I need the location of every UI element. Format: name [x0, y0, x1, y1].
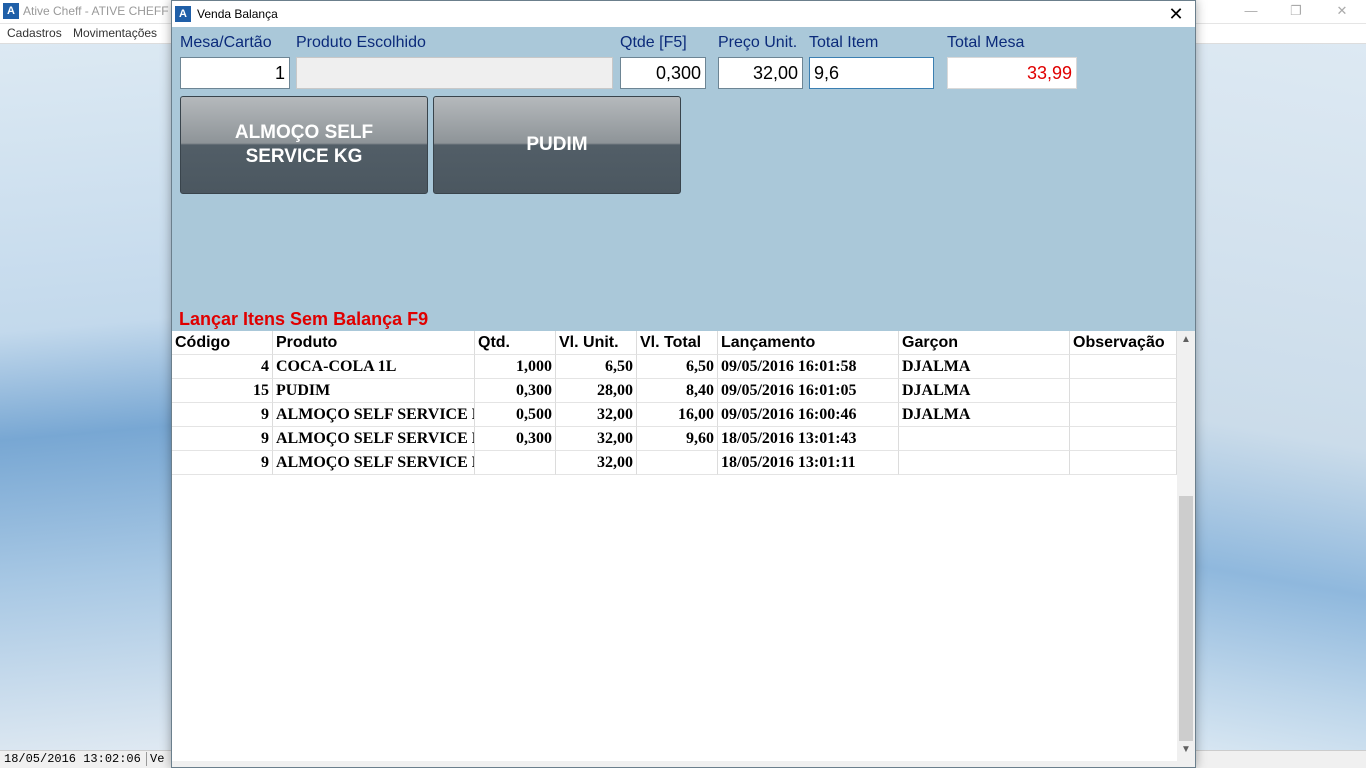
column-header-vl-unit[interactable]: Vl. Unit.	[556, 331, 637, 355]
desktop-background-left	[0, 44, 172, 750]
total-mesa-display: 33,99	[947, 57, 1077, 89]
column-header-observacao[interactable]: Observação	[1070, 331, 1177, 355]
preco-label: Preço Unit.	[718, 34, 798, 51]
cell-lancamento: 18/05/2016 13:01:11	[718, 451, 899, 475]
dialog-title: Venda Balança	[197, 7, 278, 21]
qtde-label: Qtde [F5]	[620, 34, 687, 51]
cell-garcon: DJALMA	[899, 355, 1070, 379]
cell-garcon	[899, 451, 1070, 475]
mesa-input[interactable]: 1	[180, 57, 290, 89]
cell-produto: COCA-COLA 1L	[273, 355, 475, 379]
status-extra: Ve	[146, 752, 164, 766]
restore-button[interactable]: ❐	[1273, 0, 1319, 24]
close-icon[interactable]: ✕	[1157, 1, 1195, 27]
cell-lancamento: 09/05/2016 16:00:46	[718, 403, 899, 427]
app-logo-icon: A	[3, 3, 19, 19]
mesa-label: Mesa/Cartão	[180, 34, 272, 51]
cell-observacao	[1070, 403, 1177, 427]
grid-header: Código Produto Qtd. Vl. Unit. Vl. Total …	[172, 331, 1177, 355]
column-header-lancamento[interactable]: Lançamento	[718, 331, 899, 355]
cell-qtd: 1,000	[475, 355, 556, 379]
cell-vl-total: 8,40	[637, 379, 718, 403]
total-item-input[interactable]: 9,6	[809, 57, 934, 89]
table-row[interactable]: 9 ALMOÇO SELF SERVICE KG 0,300 32,00 9,6…	[172, 427, 1177, 451]
scroll-up-icon[interactable]: ▲	[1177, 331, 1195, 349]
scroll-down-icon[interactable]: ▼	[1177, 741, 1195, 759]
cell-observacao	[1070, 355, 1177, 379]
cell-produto: ALMOÇO SELF SERVICE KG	[273, 451, 475, 475]
cell-vl-total: 9,60	[637, 427, 718, 451]
launch-items-f9-link[interactable]: Lançar Itens Sem Balança F9	[179, 309, 428, 330]
column-header-qtd[interactable]: Qtd.	[475, 331, 556, 355]
cell-garcon	[899, 427, 1070, 451]
cell-codigo: 9	[172, 427, 273, 451]
column-header-codigo[interactable]: Código	[172, 331, 273, 355]
cell-observacao	[1070, 451, 1177, 475]
status-datetime: 18/05/2016 13:02:06	[4, 752, 141, 766]
cell-vl-total: 6,50	[637, 355, 718, 379]
desktop-background-right	[1196, 44, 1366, 750]
column-header-produto[interactable]: Produto	[273, 331, 475, 355]
produto-input[interactable]	[296, 57, 613, 89]
produto-label: Produto Escolhido	[296, 34, 426, 51]
product-button-pudim[interactable]: PUDIM	[433, 96, 681, 194]
scroll-thumb[interactable]	[1179, 496, 1193, 741]
table-row[interactable]: 4 COCA-COLA 1L 1,000 6,50 6,50 09/05/201…	[172, 355, 1177, 379]
cell-vl-unit: 32,00	[556, 427, 637, 451]
cell-qtd: 0,300	[475, 379, 556, 403]
cell-observacao	[1070, 379, 1177, 403]
dialog-titlebar: A Venda Balança ✕	[172, 1, 1195, 27]
column-header-garcon[interactable]: Garçon	[899, 331, 1070, 355]
cell-vl-unit: 6,50	[556, 355, 637, 379]
app-logo-icon: A	[175, 6, 191, 22]
minimize-button[interactable]: —	[1228, 0, 1274, 24]
cell-qtd	[475, 451, 556, 475]
total-item-label: Total Item	[809, 34, 879, 51]
cell-vl-unit: 32,00	[556, 403, 637, 427]
cell-produto: ALMOÇO SELF SERVICE KG	[273, 403, 475, 427]
cell-qtd: 0,500	[475, 403, 556, 427]
qtde-input[interactable]: 0,300	[620, 57, 706, 89]
venda-balanca-dialog: A Venda Balança ✕ Mesa/Cartão Produto Es…	[171, 0, 1196, 768]
cell-produto: PUDIM	[273, 379, 475, 403]
cell-vl-unit: 32,00	[556, 451, 637, 475]
cell-qtd: 0,300	[475, 427, 556, 451]
cell-lancamento: 09/05/2016 16:01:58	[718, 355, 899, 379]
cell-lancamento: 09/05/2016 16:01:05	[718, 379, 899, 403]
table-row[interactable]: 9 ALMOÇO SELF SERVICE KG 32,00 18/05/201…	[172, 451, 1177, 475]
preco-input[interactable]: 32,00	[718, 57, 803, 89]
total-mesa-label: Total Mesa	[947, 34, 1025, 51]
cell-codigo: 4	[172, 355, 273, 379]
cell-garcon: DJALMA	[899, 403, 1070, 427]
grid-vertical-scrollbar[interactable]: ▲ ▼	[1177, 331, 1195, 767]
main-close-button[interactable]: ✕	[1319, 0, 1365, 24]
cell-codigo: 9	[172, 403, 273, 427]
cell-produto: ALMOÇO SELF SERVICE KG	[273, 427, 475, 451]
menu-cadastros[interactable]: Cadastros	[7, 26, 62, 40]
cell-vl-unit: 28,00	[556, 379, 637, 403]
column-header-vl-total[interactable]: Vl. Total	[637, 331, 718, 355]
grid-horizontal-scrollbar[interactable]	[172, 761, 1177, 767]
menu-movimentacoes[interactable]: Movimentações	[73, 26, 157, 40]
cell-garcon: DJALMA	[899, 379, 1070, 403]
product-button-almoco[interactable]: ALMOÇO SELF SERVICE KG	[180, 96, 428, 194]
cell-vl-total	[637, 451, 718, 475]
cell-observacao	[1070, 427, 1177, 451]
items-grid: Código Produto Qtd. Vl. Unit. Vl. Total …	[172, 331, 1195, 767]
cell-lancamento: 18/05/2016 13:01:43	[718, 427, 899, 451]
cell-codigo: 9	[172, 451, 273, 475]
cell-vl-total: 16,00	[637, 403, 718, 427]
table-row[interactable]: 9 ALMOÇO SELF SERVICE KG 0,500 32,00 16,…	[172, 403, 1177, 427]
main-window-title: Ative Cheff - ATIVE CHEFF	[23, 4, 169, 18]
cell-codigo: 15	[172, 379, 273, 403]
table-row[interactable]: 15 PUDIM 0,300 28,00 8,40 09/05/2016 16:…	[172, 379, 1177, 403]
